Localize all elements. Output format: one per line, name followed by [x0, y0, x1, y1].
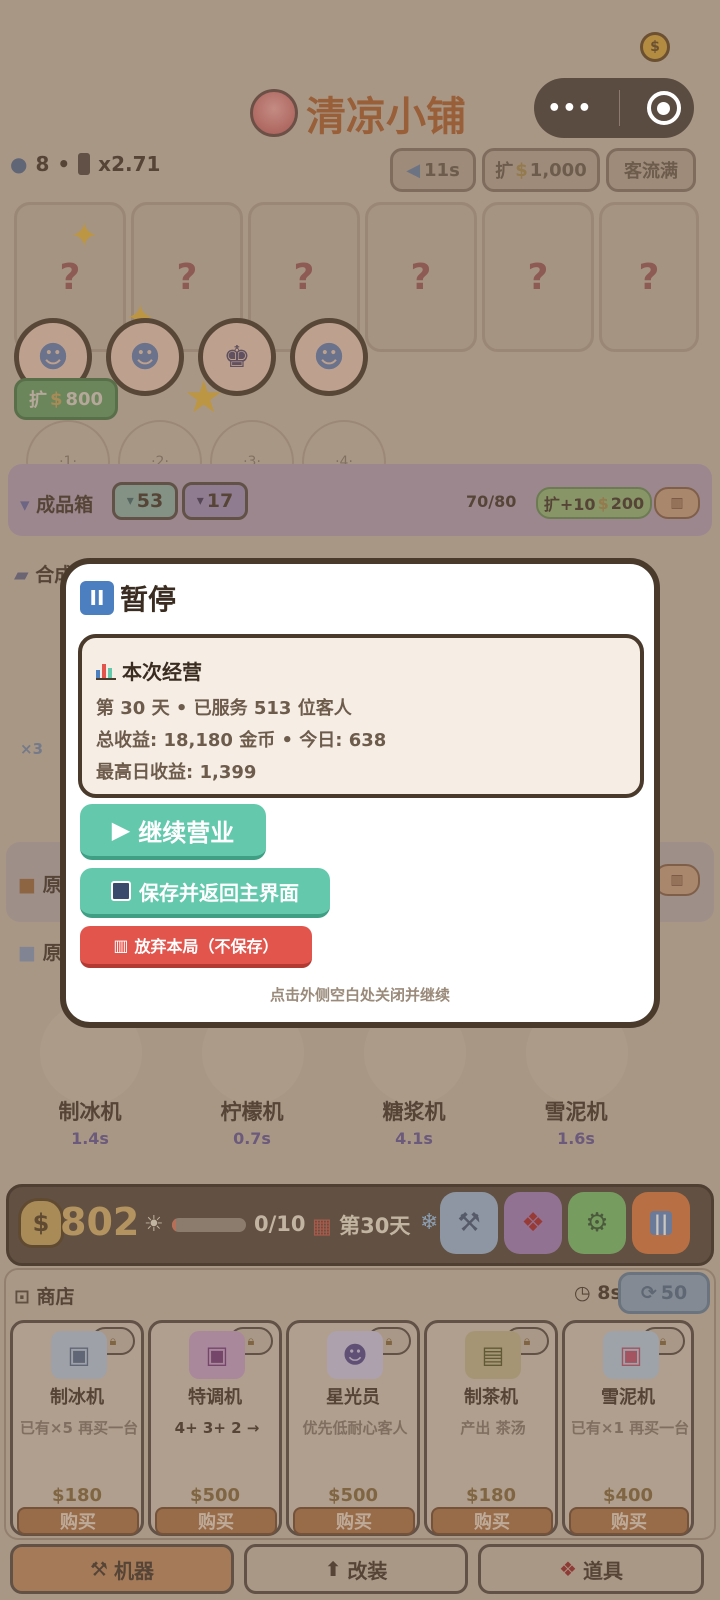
more-options-icon[interactable]: ••• — [547, 96, 592, 121]
save-label: 保存并返回主界面 — [139, 880, 299, 905]
summary-line-revenue: 总收益: 18,180 金币 • 今日: 638 — [96, 730, 387, 751]
floppy-disk-icon — [111, 881, 131, 901]
continue-label: 继续营业 — [138, 818, 235, 847]
trash-icon: ▥ — [113, 935, 129, 955]
session-summary: 本次经营 第 30 天 • 已服务 513 位客人 总收益: 18,180 金币… — [78, 634, 644, 798]
summary-header: 本次经营 — [96, 656, 202, 685]
continue-button[interactable]: ▶ 继续营业 — [80, 804, 266, 860]
abandon-label: 放弃本局（不保存） — [134, 937, 279, 956]
summary-title: 本次经营 — [122, 660, 202, 684]
close-hint: 点击外侧空白处关闭并继续 — [269, 986, 450, 1004]
pause-icon: II — [80, 581, 114, 615]
close-miniprogram-icon[interactable] — [646, 91, 681, 125]
dialog-title: 暂停 — [120, 583, 177, 616]
dialog-header: II 暂停 — [80, 578, 176, 618]
bar-chart-icon — [96, 662, 116, 680]
save-and-exit-button[interactable]: 保存并返回主界面 — [80, 868, 330, 918]
play-icon: ▶ — [111, 816, 131, 844]
abandon-game-button[interactable]: ▥ 放弃本局（不保存） — [80, 926, 312, 968]
capsule-divider — [619, 90, 621, 126]
summary-line-best: 最高日收益: 1,399 — [96, 762, 257, 783]
pause-dialog: II 暂停 本次经营 第 30 天 • 已服务 513 位客人 总收益: 18,… — [60, 558, 660, 1028]
summary-line-days: 第 30 天 • 已服务 513 位客人 — [96, 698, 352, 719]
mini-program-capsule: ••• — [534, 78, 694, 138]
